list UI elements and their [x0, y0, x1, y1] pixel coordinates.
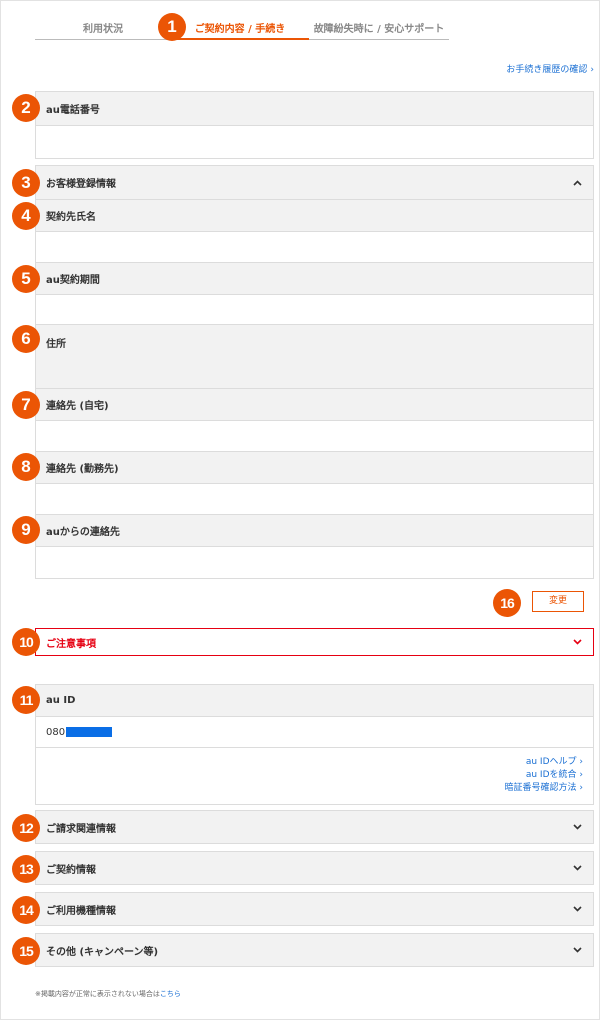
phone-number-title: au電話番号	[46, 105, 100, 116]
field-label: 住所	[46, 339, 66, 350]
footnote-text: ※掲載内容が正常に表示されない場合は	[35, 990, 160, 998]
callout-marker-8: 8	[12, 453, 40, 481]
callout-marker-15: 15	[12, 937, 40, 965]
phone-number-header: au電話番号	[36, 92, 593, 126]
auid-value: 080	[36, 717, 593, 748]
link-label: au IDを統合	[525, 770, 577, 780]
auid-links: au IDヘルプ › au IDを統合 › 暗証番号確認方法 ›	[36, 748, 593, 804]
auid-number-prefix: 080	[46, 726, 66, 738]
footnote: ※掲載内容が正常に表示されない場合はこちら	[35, 989, 181, 999]
field-work-contact-value	[36, 484, 593, 515]
callout-marker-10: 10	[12, 628, 40, 656]
field-contract-period: au契約期間	[36, 263, 593, 295]
tab-usage[interactable]: 利用状況	[35, 14, 171, 40]
auid-header: au ID	[36, 685, 593, 717]
field-contract-name: 契約先氏名	[36, 200, 593, 232]
callout-marker-9: 9	[12, 516, 40, 544]
callout-marker-7: 7	[12, 391, 40, 419]
pin-check-link[interactable]: 暗証番号確認方法 ›	[36, 782, 584, 795]
accordion-label: ご契約情報	[46, 864, 96, 876]
chevron-right-icon: ›	[579, 757, 583, 767]
accordion-billing[interactable]: ご請求関連情報	[35, 810, 594, 844]
accordion-other[interactable]: その他 (キャンペーン等)	[35, 933, 594, 967]
callout-marker-5: 5	[12, 265, 40, 293]
field-label: au契約期間	[46, 275, 100, 286]
callout-marker-13: 13	[12, 855, 40, 883]
change-button[interactable]: 変更	[532, 591, 584, 612]
auid-title: au ID	[46, 695, 76, 706]
accordion-label: ご請求関連情報	[46, 823, 116, 835]
field-address: 住所	[36, 325, 593, 389]
accordion-label: ご利用機種情報	[46, 905, 116, 917]
field-label: 契約先氏名	[46, 212, 96, 223]
field-label: auからの連絡先	[46, 527, 120, 538]
field-label: 連絡先 (勤務先)	[46, 464, 119, 475]
callout-marker-12: 12	[12, 814, 40, 842]
tab-bar: 利用状況 ご契約内容 / 手続き 故障紛失時に / 安心サポート	[35, 14, 449, 40]
customer-info-header[interactable]: お客様登録情報	[36, 166, 593, 200]
callout-marker-2: 2	[12, 94, 40, 122]
chevron-down-icon[interactable]	[571, 862, 583, 874]
accordion-device[interactable]: ご利用機種情報	[35, 892, 594, 926]
field-home-contact-value	[36, 421, 593, 452]
customer-info-panel: お客様登録情報 契約先氏名 au契約期間 住所 連絡先 (自宅) 連絡先 (勤務…	[35, 165, 594, 579]
tab-support[interactable]: 故障紛失時に / 安心サポート	[309, 14, 449, 40]
chevron-right-icon: ›	[579, 783, 583, 793]
chevron-right-icon: ›	[579, 770, 583, 780]
callout-marker-16: 16	[493, 589, 521, 617]
field-contract-period-value	[36, 295, 593, 325]
auid-merge-link[interactable]: au IDを統合 ›	[36, 769, 583, 782]
callout-marker-1: 1	[158, 13, 186, 41]
field-contract-name-value	[36, 232, 593, 263]
history-link[interactable]: お手続き履歴の確認 ›	[506, 62, 594, 75]
chevron-down-icon[interactable]	[571, 944, 583, 956]
callout-marker-4: 4	[12, 202, 40, 230]
field-au-contact: auからの連絡先	[36, 515, 593, 547]
chevron-down-icon[interactable]	[571, 903, 583, 915]
chevron-right-icon: ›	[590, 65, 594, 75]
history-link-label: お手続き履歴の確認	[506, 65, 588, 75]
chevron-down-icon[interactable]	[571, 821, 583, 833]
link-label: au IDヘルプ	[525, 757, 577, 767]
auid-panel: au ID 080 au IDヘルプ › au IDを統合 › 暗証番号確認方法…	[35, 684, 594, 805]
callout-marker-3: 3	[12, 169, 40, 197]
auid-help-link[interactable]: au IDヘルプ ›	[36, 756, 583, 769]
link-label: 暗証番号確認方法	[504, 783, 577, 793]
footnote-link[interactable]: こちら	[160, 990, 181, 998]
chevron-down-icon[interactable]	[571, 636, 583, 648]
phone-number-value	[36, 126, 593, 158]
masked-number	[66, 727, 113, 737]
field-work-contact: 連絡先 (勤務先)	[36, 452, 593, 484]
callout-marker-6: 6	[12, 325, 40, 353]
callout-marker-11: 11	[12, 686, 40, 714]
field-home-contact: 連絡先 (自宅)	[36, 389, 593, 421]
tab-contract-procedures[interactable]: ご契約内容 / 手続き	[171, 14, 309, 40]
notice-accordion[interactable]: ご注意事項	[35, 628, 594, 656]
customer-info-title: お客様登録情報	[46, 179, 116, 190]
callout-marker-14: 14	[12, 896, 40, 924]
accordion-contract[interactable]: ご契約情報	[35, 851, 594, 885]
phone-number-panel: au電話番号	[35, 91, 594, 159]
chevron-up-icon[interactable]	[571, 177, 583, 189]
notice-title: ご注意事項	[46, 638, 96, 650]
field-label: 連絡先 (自宅)	[46, 401, 109, 412]
field-au-contact-value	[36, 547, 593, 578]
accordion-label: その他 (キャンペーン等)	[46, 946, 159, 958]
